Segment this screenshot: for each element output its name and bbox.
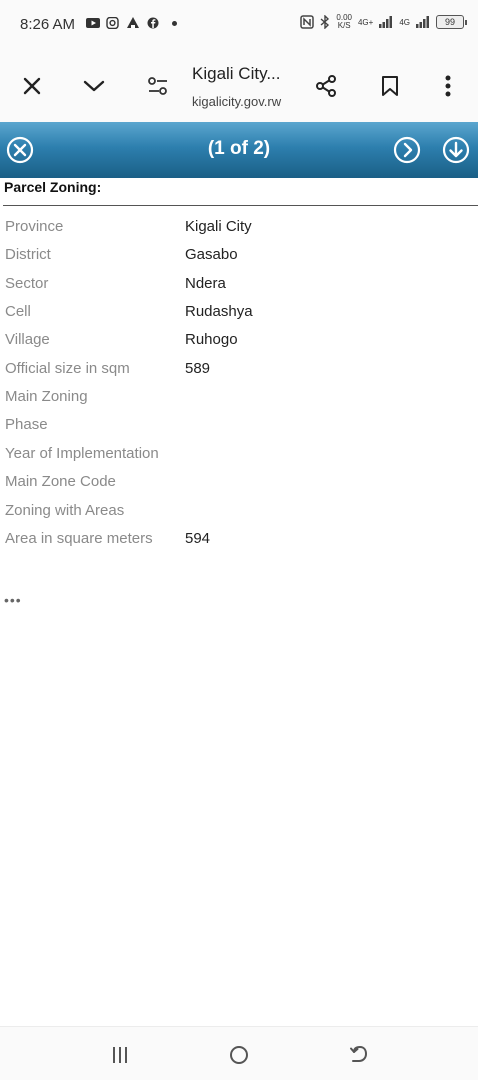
signal-strength-icon (379, 16, 393, 28)
recent-apps-button[interactable] (106, 1041, 134, 1069)
home-icon (230, 1046, 248, 1064)
attribute-row: Zoning with Areas (0, 502, 478, 528)
signal-label-2: 4G (399, 17, 410, 27)
attribute-row: Main Zone Code (0, 473, 478, 499)
attribute-value: Ruhogo (185, 331, 238, 348)
more-options-button[interactable] (432, 70, 464, 102)
attribute-row: Year of Implementation (0, 445, 478, 471)
attribute-value: Ndera (185, 275, 226, 292)
more-vert-icon (445, 75, 451, 97)
browser-toolbar: Kigali City... kigalicity.gov.rw (0, 50, 478, 122)
back-icon (350, 1045, 368, 1062)
net-speed-unit: K/S (337, 21, 351, 30)
bookmark-icon (382, 76, 398, 96)
divider (3, 205, 478, 206)
minimize-button[interactable] (78, 70, 110, 102)
attribute-row: District Gasabo (0, 246, 478, 272)
battery-level: 99 (444, 17, 455, 27)
status-time: 8:26 AM (20, 16, 76, 33)
section-title: Parcel Zoning: (4, 179, 102, 195)
page-title: Kigali City... (192, 64, 281, 83)
youtube-icon (86, 18, 100, 28)
status-notification-icons (86, 17, 177, 29)
attribute-label: Cell (5, 303, 31, 320)
attribute-value: 589 (185, 360, 211, 377)
attribute-label: Official size in sqm (5, 360, 130, 377)
notification-icon (127, 17, 139, 28)
nfc-icon (300, 15, 315, 29)
attribute-value: Gasabo (185, 246, 238, 263)
next-feature-icon[interactable] (393, 136, 421, 164)
attribute-value: Kigali City (185, 218, 252, 235)
attribute-label: Main Zone Code (5, 473, 116, 490)
attribute-row: Official size in sqm 589 (0, 360, 478, 386)
home-button[interactable] (225, 1041, 253, 1069)
attribute-row: Sector Ndera (0, 275, 478, 301)
signal-strength-icon (416, 16, 429, 28)
back-button[interactable] (345, 1041, 373, 1069)
more-notifications-icon (172, 20, 177, 26)
attribute-label: Village (5, 331, 50, 348)
chevron-down-icon (83, 80, 105, 92)
tune-icon (148, 77, 167, 95)
popup-header: (1 of 2) (0, 122, 478, 178)
attribute-value: 594 (185, 530, 211, 547)
site-settings-button[interactable] (142, 70, 174, 102)
status-bar: 8:26 AM 0.00 K/S 4G+ 4G 99 (0, 0, 478, 50)
attribute-label: Main Zoning (5, 388, 88, 405)
system-icons: 0.00 K/S 4G+ 4G 99 (300, 14, 467, 30)
attribute-label: Area in square meters (5, 530, 153, 547)
zoom-to-feature-icon[interactable] (442, 136, 470, 164)
battery-icon: 99 (436, 15, 467, 29)
facebook-icon (147, 17, 159, 29)
attribute-label: Year of Implementation (5, 445, 159, 462)
attribute-value: Rudashya (185, 303, 253, 320)
attribute-label: Province (5, 218, 64, 235)
page-url[interactable]: kigalicity.gov.rw (192, 94, 281, 109)
attribute-label: Zoning with Areas (5, 502, 125, 519)
attribute-row: Cell Rudashya (0, 303, 478, 329)
bookmark-button[interactable] (374, 70, 406, 102)
attribute-label: District (5, 246, 51, 263)
close-button[interactable] (16, 70, 48, 102)
bluetooth-icon (320, 15, 330, 29)
network-speed: 0.00 K/S (336, 14, 352, 30)
attribute-label: Sector (5, 275, 49, 292)
navigation-bar (0, 1026, 478, 1080)
signal-label-1: 4G+ (357, 17, 374, 27)
attribute-row: Phase (0, 416, 478, 442)
attribute-row: Main Zoning (0, 388, 478, 414)
share-button[interactable] (310, 70, 342, 102)
recent-apps-icon (113, 1047, 127, 1063)
close-icon (23, 77, 41, 95)
attribute-label: Phase (5, 416, 48, 433)
more-actions-button[interactable]: ••• (4, 592, 22, 608)
share-icon (316, 75, 336, 97)
instagram-icon (106, 17, 119, 29)
attribute-row: Area in square meters 594 (0, 530, 478, 556)
attribute-row: Province Kigali City (0, 218, 478, 244)
attribute-row: Village Ruhogo (0, 331, 478, 357)
